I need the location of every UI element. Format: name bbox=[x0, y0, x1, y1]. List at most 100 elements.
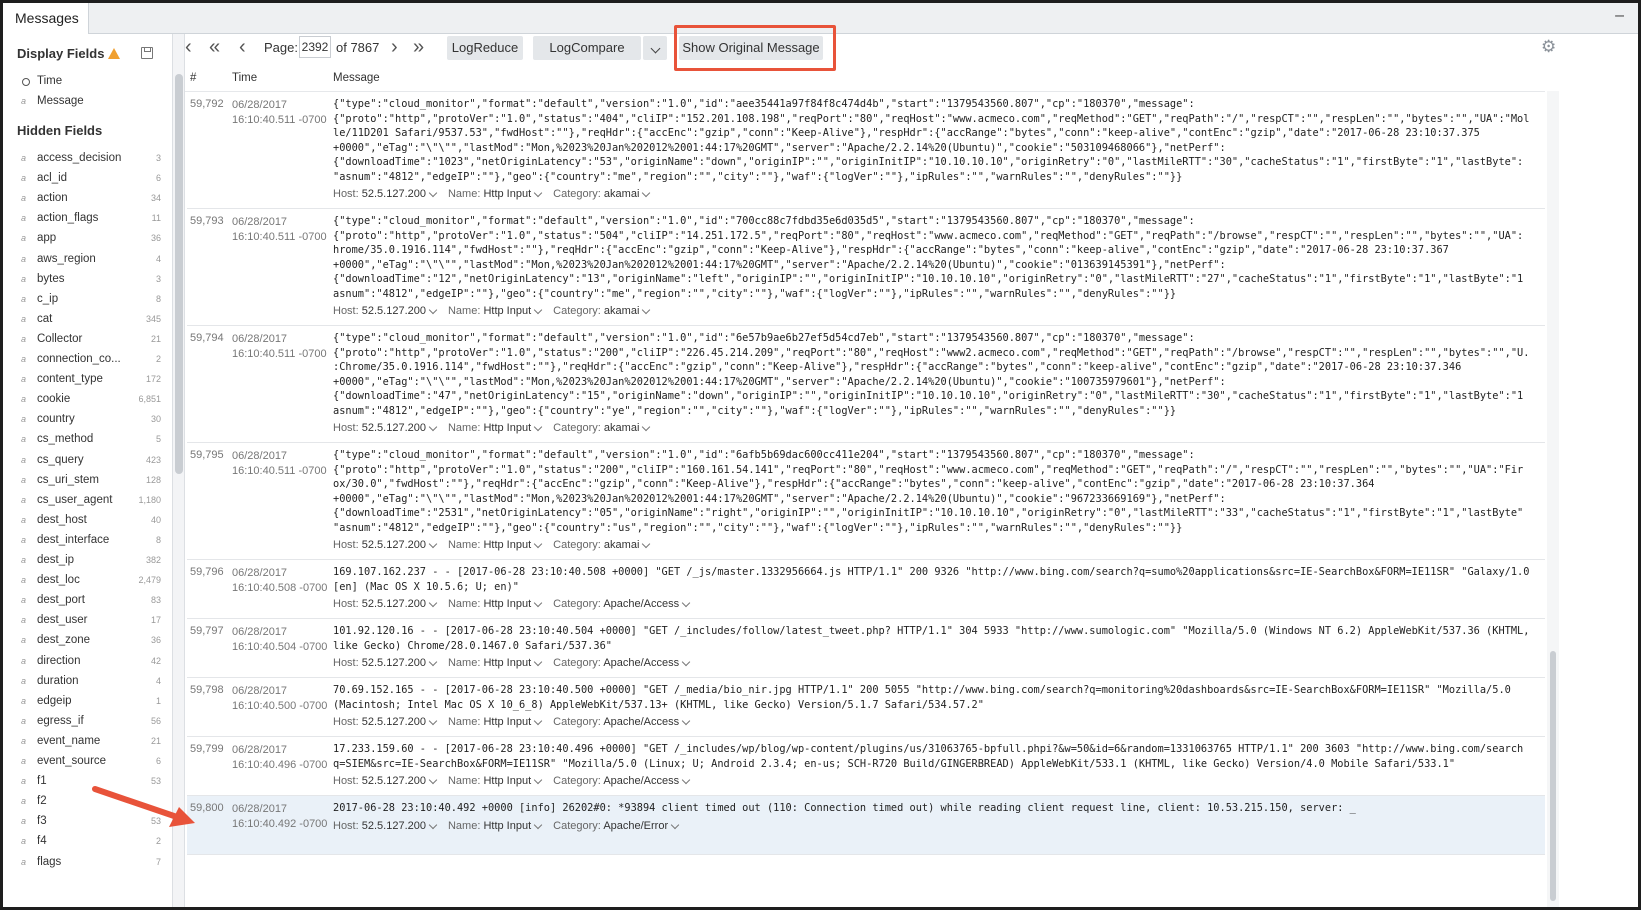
chevron-down-icon[interactable] bbox=[533, 657, 543, 667]
hidden-field-item[interactable]: a access_decision 3 bbox=[21, 152, 161, 170]
hidden-field-item[interactable]: a action_flags 11 bbox=[21, 212, 161, 230]
hidden-field-item[interactable]: a c_ip 8 bbox=[21, 293, 161, 311]
chevron-down-icon[interactable] bbox=[681, 775, 691, 785]
meta-value-host[interactable]: 52.5.127.200 bbox=[362, 422, 426, 434]
chevron-down-icon[interactable] bbox=[428, 716, 438, 726]
hidden-field-item[interactable]: a bytes 3 bbox=[21, 273, 161, 291]
message-text[interactable]: 2017-06-28 23:10:40.492 +0000 [info] 262… bbox=[333, 801, 1543, 816]
hidden-field-item[interactable]: a action 34 bbox=[21, 192, 161, 210]
hidden-field-item[interactable]: a direction 42 bbox=[21, 655, 161, 673]
message-row[interactable]: 59,798 06/28/2017 16:10:40.500 -0700 70.69.… bbox=[187, 678, 1545, 737]
chevron-down-icon[interactable] bbox=[428, 422, 438, 432]
hidden-field-item[interactable]: a event_name 21 bbox=[21, 735, 161, 753]
meta-value-name[interactable]: Http Input bbox=[483, 657, 531, 669]
hidden-field-item[interactable]: a dest_ip 382 bbox=[21, 554, 161, 572]
message-row[interactable]: 59,799 06/28/2017 16:10:40.496 -0700 17.233… bbox=[187, 737, 1545, 796]
collapse-sidebar-icon[interactable]: ‹ bbox=[185, 36, 192, 60]
meta-value-category[interactable]: Apache/Access bbox=[603, 598, 679, 610]
message-text[interactable]: {"type":"cloud_monitor","format":"defaul… bbox=[333, 448, 1543, 535]
meta-value-category[interactable]: Apache/Error bbox=[603, 820, 668, 832]
last-page-icon[interactable]: » bbox=[413, 36, 424, 60]
hidden-field-item[interactable]: a dest_port 83 bbox=[21, 594, 161, 612]
hidden-field-item[interactable]: a app 36 bbox=[21, 232, 161, 250]
meta-value-host[interactable]: 52.5.127.200 bbox=[362, 775, 426, 787]
message-row[interactable]: 59,800 06/28/2017 16:10:40.492 -0700 2017-0… bbox=[187, 796, 1545, 855]
first-page-icon[interactable]: « bbox=[209, 36, 220, 60]
chevron-down-icon[interactable] bbox=[681, 598, 691, 608]
meta-value-name[interactable]: Http Input bbox=[483, 820, 531, 832]
message-text[interactable]: {"type":"cloud_monitor","format":"defaul… bbox=[333, 214, 1543, 301]
chevron-down-icon[interactable] bbox=[533, 775, 543, 785]
meta-value-category[interactable]: Apache/Access bbox=[603, 716, 679, 728]
chevron-down-icon[interactable] bbox=[533, 539, 543, 549]
sidebar-scrollbar-thumb[interactable] bbox=[175, 74, 183, 474]
message-text[interactable]: 17.233.159.60 - - [2017-06-28 23:10:40.4… bbox=[333, 742, 1543, 771]
chevron-down-icon[interactable] bbox=[428, 820, 438, 829]
meta-value-name[interactable]: Http Input bbox=[483, 305, 531, 317]
meta-value-host[interactable]: 52.5.127.200 bbox=[362, 657, 426, 669]
hidden-field-item[interactable]: a egress_if 56 bbox=[21, 715, 161, 733]
hidden-field-item[interactable]: a f4 2 bbox=[21, 835, 161, 853]
message-text[interactable]: 169.107.162.237 - - [2017-06-28 23:10:40… bbox=[333, 565, 1543, 594]
message-row[interactable]: 59,795 06/28/2017 16:10:40.511 -0700 {"type… bbox=[187, 443, 1545, 560]
page-number-input[interactable]: 2392 bbox=[299, 36, 331, 58]
hidden-field-item[interactable]: a content_type 172 bbox=[21, 373, 161, 391]
meta-value-category[interactable]: akamai bbox=[604, 422, 639, 434]
messages-scrollbar-thumb[interactable] bbox=[1550, 651, 1556, 901]
hidden-field-item[interactable]: a cs_user_agent 1,180 bbox=[21, 494, 161, 512]
chevron-down-icon[interactable] bbox=[428, 305, 438, 315]
message-text[interactable]: 70.69.152.165 - - [2017-06-28 23:10:40.5… bbox=[333, 683, 1543, 712]
hidden-field-item[interactable]: a acl_id 6 bbox=[21, 172, 161, 190]
chevron-down-icon[interactable] bbox=[681, 716, 691, 726]
meta-value-host[interactable]: 52.5.127.200 bbox=[362, 716, 426, 728]
meta-value-category[interactable]: akamai bbox=[604, 305, 639, 317]
chevron-down-icon[interactable] bbox=[428, 188, 438, 198]
hidden-field-item[interactable]: a cs_query 423 bbox=[21, 454, 161, 472]
hidden-field-item[interactable]: a cat 345 bbox=[21, 313, 161, 331]
message-text[interactable]: {"type":"cloud_monitor","format":"defaul… bbox=[333, 331, 1543, 418]
column-header-num[interactable]: # bbox=[190, 72, 196, 84]
messages-scrollbar[interactable] bbox=[1547, 91, 1559, 907]
logreduce-button[interactable]: LogReduce bbox=[447, 36, 523, 60]
message-row[interactable]: 59,792 06/28/2017 16:10:40.511 -0700 {"type… bbox=[187, 92, 1545, 209]
chevron-down-icon[interactable] bbox=[533, 305, 543, 315]
hidden-field-item[interactable]: a cs_uri_stem 128 bbox=[21, 474, 161, 492]
chevron-down-icon[interactable] bbox=[533, 422, 543, 432]
meta-value-name[interactable]: Http Input bbox=[483, 539, 531, 551]
chevron-down-icon[interactable] bbox=[670, 820, 680, 829]
chevron-down-icon[interactable] bbox=[428, 598, 438, 608]
meta-value-name[interactable]: Http Input bbox=[483, 598, 531, 610]
chevron-down-icon[interactable] bbox=[642, 305, 651, 315]
chevron-down-icon[interactable] bbox=[428, 539, 438, 549]
hidden-field-item[interactable]: a dest_loc 2,479 bbox=[21, 574, 161, 592]
message-text[interactable]: 101.92.120.16 - - [2017-06-28 23:10:40.5… bbox=[333, 624, 1543, 653]
chevron-down-icon[interactable] bbox=[533, 188, 543, 198]
chevron-down-icon[interactable] bbox=[428, 657, 438, 667]
save-icon[interactable] bbox=[141, 47, 153, 59]
previous-page-icon[interactable]: ‹ bbox=[239, 36, 246, 60]
display-field-item[interactable]: Time bbox=[21, 75, 161, 93]
column-header-time[interactable]: Time bbox=[232, 72, 257, 84]
hidden-field-item[interactable]: a connection_co... 2 bbox=[21, 353, 161, 371]
meta-value-host[interactable]: 52.5.127.200 bbox=[362, 188, 426, 200]
meta-value-name[interactable]: Http Input bbox=[483, 188, 531, 200]
meta-value-host[interactable]: 52.5.127.200 bbox=[362, 539, 426, 551]
hidden-field-item[interactable]: a event_source 6 bbox=[21, 755, 161, 773]
meta-value-name[interactable]: Http Input bbox=[483, 422, 531, 434]
chevron-down-icon[interactable] bbox=[533, 598, 543, 608]
hidden-field-item[interactable]: a dest_zone 36 bbox=[21, 634, 161, 652]
hidden-field-item[interactable]: a cs_method 5 bbox=[21, 433, 161, 451]
tab-messages[interactable]: Messages bbox=[3, 3, 89, 34]
meta-value-name[interactable]: Http Input bbox=[483, 775, 531, 787]
message-row[interactable]: 59,797 06/28/2017 16:10:40.504 -0700 101.92… bbox=[187, 619, 1545, 678]
gear-icon[interactable]: ⚙ bbox=[1541, 38, 1557, 55]
message-row[interactable]: 59,794 06/28/2017 16:10:40.511 -0700 {"type… bbox=[187, 326, 1545, 443]
chevron-down-icon[interactable] bbox=[642, 539, 651, 549]
hidden-field-item[interactable]: a country 30 bbox=[21, 413, 161, 431]
chevron-down-icon[interactable] bbox=[533, 716, 543, 726]
chevron-down-icon[interactable] bbox=[642, 422, 651, 432]
minimize-button[interactable]: – bbox=[1615, 7, 1624, 25]
hidden-field-item[interactable]: a cookie 6,851 bbox=[21, 393, 161, 411]
hidden-field-item[interactable]: a Collector 21 bbox=[21, 333, 161, 351]
meta-value-category[interactable]: Apache/Access bbox=[603, 657, 679, 669]
